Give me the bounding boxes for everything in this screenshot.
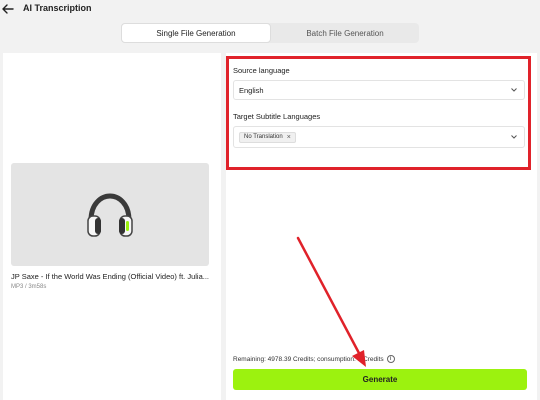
top-bar: AI Transcription bbox=[0, 0, 540, 20]
tab-batch-file[interactable]: Batch File Generation bbox=[271, 23, 419, 43]
annotation-highlight-box bbox=[226, 56, 531, 170]
media-thumbnail bbox=[11, 163, 209, 266]
generation-mode-tabs: Single File Generation Batch File Genera… bbox=[121, 23, 419, 43]
media-file-name: JP Saxe - If the World Was Ending (Offic… bbox=[11, 272, 210, 281]
tab-single-file[interactable]: Single File Generation bbox=[121, 23, 271, 43]
media-file-meta: MP3 / 3m58s bbox=[11, 284, 47, 290]
back-arrow-icon[interactable] bbox=[1, 2, 15, 16]
generate-button[interactable]: Generate bbox=[233, 369, 527, 390]
media-preview-panel: JP Saxe - If the World Was Ending (Offic… bbox=[3, 53, 221, 400]
info-icon[interactable]: i bbox=[386, 355, 395, 363]
credits-text: Remaining: 4978.39 Credits; consumption:… bbox=[233, 355, 384, 363]
headphones-icon bbox=[87, 192, 133, 237]
page-title: AI Transcription bbox=[23, 3, 92, 13]
credits-info: Remaining: 4978.39 Credits; consumption:… bbox=[233, 355, 395, 363]
